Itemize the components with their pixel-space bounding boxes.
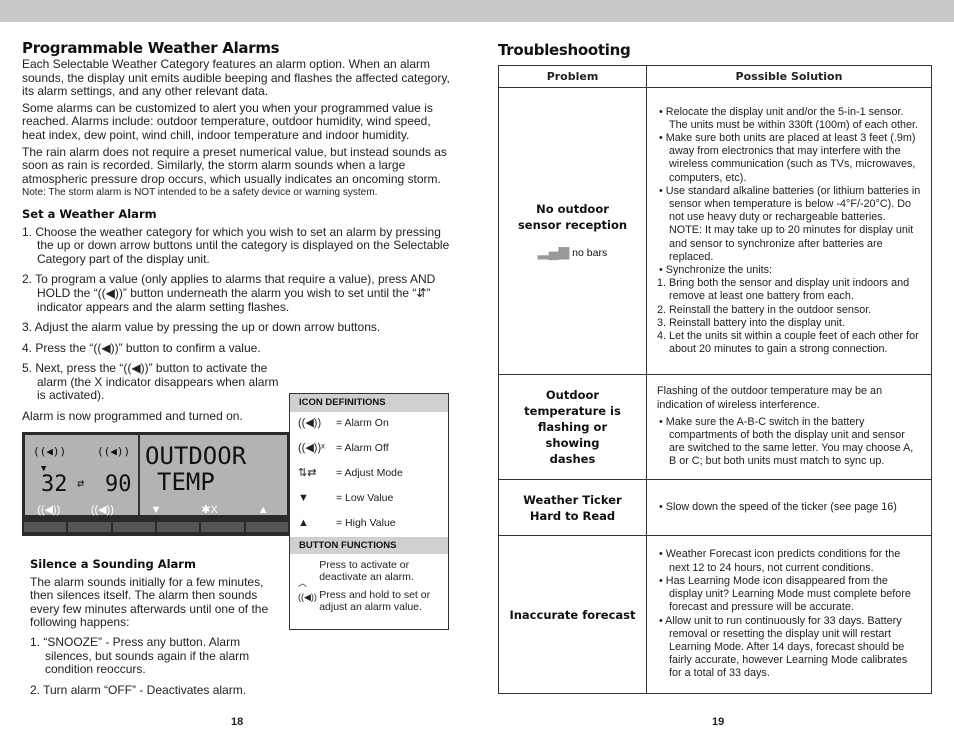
table-row: No outdoor sensor reception ▂▄▆ no bars … [498, 87, 932, 375]
page-number: 19 [712, 716, 725, 728]
down-arrow-icon[interactable]: ▼ [129, 504, 183, 522]
table-row: Inaccurate forecast • Weather Forecast i… [498, 535, 932, 694]
step: 3. Adjust the alarm value by pressing th… [22, 320, 381, 335]
page-title: Troubleshooting [498, 41, 631, 59]
solution-item: • Synchronize the units: [659, 264, 773, 276]
alarm-off-icon: ((◀)) [97, 445, 131, 458]
up-arrow-icon[interactable]: ▲ [236, 504, 290, 522]
solution-item: • Allow unit to run continuously for 33 … [659, 614, 908, 680]
alarm-on-icon: ((◀)) [298, 417, 322, 430]
paragraph: The rain alarm does not require a preset… [22, 144, 447, 186]
no-bars-label: no bars [572, 247, 608, 259]
alarm-on-icon: ((◀)) [33, 445, 67, 458]
icon-label: = Alarm On [336, 417, 389, 430]
signal-bars-icon: ▂▄▆ [537, 243, 570, 259]
alarm-button-icon[interactable]: ((◀)) [76, 504, 130, 522]
table-row: Weather Ticker Hard to Read • Slow down … [498, 479, 932, 536]
column-header: Problem [498, 65, 647, 88]
note: Note: The storm alarm is NOT intended to… [22, 187, 378, 199]
solution-item: • Make sure both units are placed at lea… [659, 131, 916, 184]
solution-item: • Relocate the display unit and/or the 5… [659, 105, 919, 131]
adjust-mode-icon: ⇅⇄ [298, 467, 317, 480]
problem-text: Weather Ticker Hard to Read [523, 492, 622, 523]
page-number: 18 [231, 716, 244, 728]
step: 5. Next, press the “((◀))” button to act… [22, 361, 279, 403]
step: 1. Choose the weather category for which… [22, 224, 450, 266]
lcd-key-strip [22, 521, 290, 533]
icon-label: = Low Value [336, 492, 394, 505]
silence-section: Silence a Sounding Alarm The alarm sound… [30, 550, 275, 704]
settings-icon[interactable]: ✱X [183, 504, 237, 522]
section-heading: Silence a Sounding Alarm [30, 557, 196, 571]
steps-list: 1. Choose the weather category for which… [22, 224, 457, 404]
column-header: Possible Solution [646, 65, 932, 88]
lcd-line2: TEMP [157, 468, 215, 496]
problem-text: Inaccurate forecast [509, 607, 636, 622]
low-value-icon: ▼ [298, 492, 309, 505]
top-bar [0, 0, 954, 22]
step: 4. Press the “((◀))” button to confirm a… [22, 340, 261, 355]
page-title: Programmable Weather Alarms [22, 39, 280, 57]
problem-text: Outdoor temperature is flashing or showi… [524, 388, 621, 466]
step: 2. To program a value (only applies to a… [22, 272, 436, 314]
low-value: 32 [41, 472, 68, 497]
alarm-button-icon: ︿ ((◀)) [298, 578, 317, 602]
solution-item: • Has Learning Mode icon disappeared fro… [659, 574, 911, 614]
right-page: Troubleshooting Problem Possible Solution… [498, 40, 932, 694]
high-value-icon: ▲ [298, 517, 309, 530]
left-page: Programmable Weather Alarms Each Selecta… [22, 38, 457, 427]
solution-item: • Use standard alkaline batteries (or li… [659, 184, 921, 263]
alarm-off-icon: ((◀))ˣ [298, 442, 325, 455]
adjust-mode-icon: ⇄ [77, 476, 85, 490]
icon-definitions-heading: ICON DEFINITIONS [290, 394, 448, 412]
icon-label: = Adjust Mode [336, 467, 403, 480]
alarm-button-icon[interactable]: ((◀)) [22, 504, 76, 522]
paragraph: The alarm sounds initially for a few min… [30, 574, 269, 630]
solution-item: • Make sure the A-B-C switch in the batt… [659, 415, 914, 468]
icon-definitions-box: ICON DEFINITIONS ((◀)) = Alarm On ((◀))ˣ =… [289, 393, 449, 630]
step: 1. “SNOOZE” - Press any button. Alarm si… [30, 634, 250, 677]
solution-item: • Slow down the speed of the ticker (see… [659, 500, 897, 513]
solution-item: 2. Reinstall the battery in the outdoor … [657, 303, 872, 316]
paragraph: Some alarms can be customized to alert y… [22, 100, 433, 142]
lcd-line1: OUTDOOR [145, 442, 247, 470]
button-function-text: Press to activate or deactivate an alarm… [319, 559, 414, 584]
solution-item: Flashing of the outdoor temperature may … [657, 385, 883, 411]
solution-item: 3. Reinstall battery into the display un… [657, 316, 845, 329]
button-functions-heading: BUTTON FUNCTIONS [290, 536, 448, 555]
solution-item: 4. Let the units sit within a couple fee… [657, 330, 919, 356]
icon-label: = Alarm Off [336, 442, 389, 455]
troubleshooting-table: Problem Possible Solution No outdoor sens… [498, 65, 932, 694]
solution-item: 1. Bring both the sensor and display uni… [657, 277, 910, 303]
high-value: 90 [105, 472, 132, 497]
icon-label: = High Value [336, 517, 396, 530]
problem-text: No outdoor sensor reception [517, 202, 628, 232]
table-row: Outdoor temperature is flashing or showi… [498, 374, 932, 480]
button-function-text: Press and hold to set or adjust an alarm… [319, 589, 431, 614]
paragraph: Each Selectable Weather Category feature… [22, 57, 450, 99]
step: 2. Turn alarm “OFF” - Deactivates alarm. [30, 682, 247, 697]
solution-item: • Weather Forecast icon predicts conditi… [659, 548, 901, 574]
section-heading: Set a Weather Alarm [22, 206, 157, 221]
